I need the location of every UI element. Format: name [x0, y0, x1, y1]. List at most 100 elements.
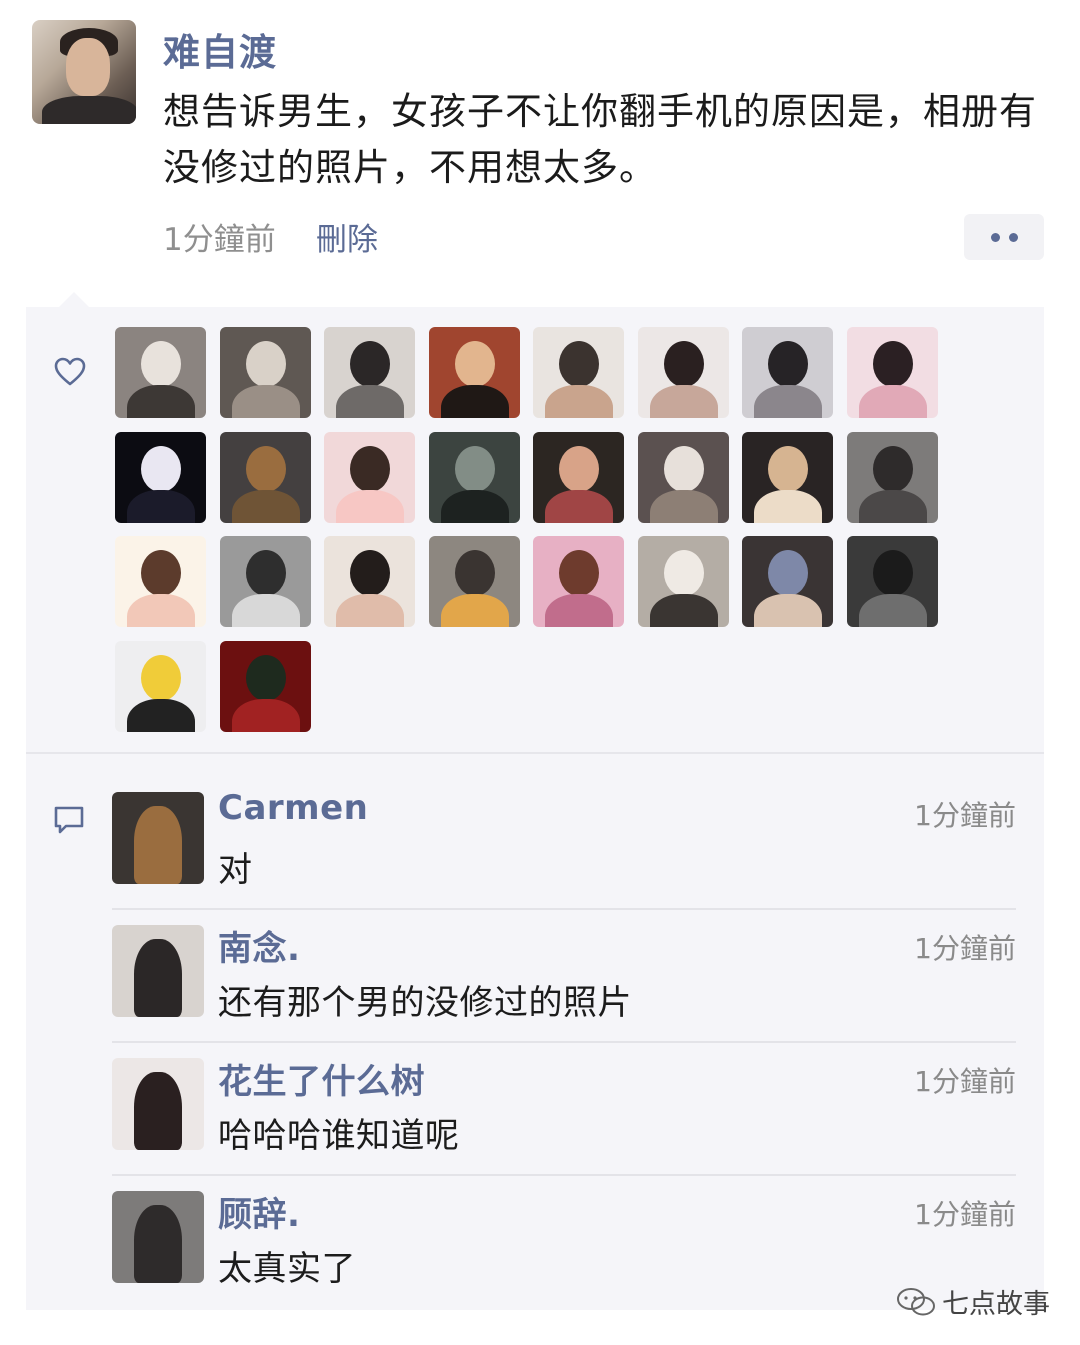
more-dots-icon	[1008, 232, 1018, 242]
liker-avatar[interactable]	[846, 431, 938, 523]
avatar-figure	[440, 385, 509, 418]
liker-avatar[interactable]	[219, 327, 311, 418]
commenter-name[interactable]: 南念.	[218, 921, 300, 970]
more-button[interactable]	[964, 214, 1044, 260]
avatar-figure	[134, 806, 182, 884]
comment-text: 对	[218, 850, 253, 890]
avatar-figure	[872, 550, 913, 596]
heart-icon	[54, 357, 86, 386]
avatar-figure	[127, 385, 195, 418]
avatar-figure	[141, 445, 181, 492]
commenter-name[interactable]: 顾辞.	[218, 1187, 300, 1236]
avatar-figure	[872, 445, 913, 492]
liker-avatar[interactable]	[637, 536, 729, 627]
comment-bubble-icon	[54, 806, 84, 834]
avatar-figure	[663, 550, 704, 596]
avatar-figure	[858, 489, 927, 523]
comment-row[interactable]: 顾辞. 1分鐘前 太真实了	[112, 1191, 1016, 1311]
liker-avatar[interactable]	[637, 327, 729, 418]
delete-button[interactable]: 刪除	[316, 214, 378, 259]
commenter-name[interactable]: Carmen	[218, 788, 368, 828]
liker-avatar[interactable]	[742, 536, 833, 627]
liker-avatar[interactable]	[846, 536, 938, 627]
comment-divider	[112, 1174, 1016, 1176]
avatar-figure	[336, 489, 404, 523]
comment-row[interactable]: 南念. 1分鐘前 还有那个男的没修过的照片	[112, 925, 1016, 1045]
avatar-figure	[649, 594, 718, 627]
avatar-figure	[754, 594, 822, 627]
liker-avatar[interactable]	[742, 327, 833, 418]
liker-avatar[interactable]	[115, 327, 206, 418]
avatar-figure	[754, 385, 822, 418]
comment-timestamp: 1分鐘前	[914, 1198, 1016, 1231]
liker-avatar[interactable]	[115, 640, 206, 732]
comment-divider	[112, 908, 1016, 910]
avatar-figure	[454, 550, 495, 596]
comment-row[interactable]: Carmen 1分鐘前对	[112, 788, 1016, 912]
avatar-figure	[245, 654, 286, 701]
liker-avatar[interactable]	[324, 536, 415, 627]
liker-avatar[interactable]	[219, 640, 311, 732]
avatar-figure	[649, 489, 718, 523]
commenter-avatar[interactable]	[112, 1191, 204, 1283]
wechat-logo-icon	[897, 1287, 935, 1315]
avatar-body	[42, 96, 136, 124]
liker-avatar[interactable]	[846, 327, 938, 418]
liker-avatar[interactable]	[219, 536, 311, 627]
avatar-figure	[127, 594, 195, 627]
avatar-figure	[754, 489, 822, 523]
avatar-figure	[245, 550, 286, 596]
post-timestamp: 1分鐘前	[163, 222, 276, 258]
liker-avatar[interactable]	[115, 431, 206, 523]
avatar-figure	[649, 385, 718, 418]
commenter-avatar[interactable]	[112, 925, 204, 1017]
watermark: 七点故事	[896, 1282, 1050, 1321]
avatar-figure	[127, 489, 195, 523]
comment-timestamp: 1分鐘前	[914, 799, 1016, 832]
avatar-figure	[141, 341, 181, 387]
avatar-figure	[134, 1072, 182, 1150]
liker-avatar[interactable]	[428, 536, 520, 627]
likes-comments-divider	[26, 752, 1044, 754]
liker-avatar[interactable]	[742, 431, 833, 523]
watermark-text: 七点故事	[942, 1289, 1050, 1320]
comment-divider	[112, 1041, 1016, 1043]
liker-avatar[interactable]	[428, 327, 520, 418]
panel-caret	[58, 292, 90, 308]
avatar-figure	[231, 594, 300, 627]
avatar-figure	[440, 594, 509, 627]
avatar-figure	[768, 445, 808, 492]
avatar-figure	[336, 385, 404, 418]
avatar-figure	[350, 341, 390, 387]
liker-avatar[interactable]	[533, 431, 624, 523]
liker-avatar[interactable]	[637, 431, 729, 523]
avatar-figure	[134, 939, 182, 1017]
avatar-figure	[559, 341, 599, 387]
poster-name[interactable]: 难自渡	[163, 22, 277, 76]
avatar-figure	[559, 445, 599, 492]
avatar-figure	[245, 445, 286, 492]
liker-avatar[interactable]	[533, 327, 624, 418]
avatar-face	[66, 38, 110, 96]
liker-avatar[interactable]	[324, 327, 415, 418]
liker-avatar[interactable]	[428, 431, 520, 523]
avatar-figure	[858, 594, 927, 627]
avatar-figure	[545, 489, 613, 523]
avatar-figure	[134, 1205, 182, 1283]
liker-avatar[interactable]	[219, 431, 311, 523]
liker-avatar[interactable]	[115, 536, 206, 627]
commenter-avatar[interactable]	[112, 792, 204, 884]
liker-avatar[interactable]	[324, 431, 415, 523]
likes-avatar-grid	[115, 327, 945, 732]
avatar-figure	[663, 341, 704, 387]
avatar-figure	[141, 654, 181, 701]
poster-avatar[interactable]	[32, 20, 136, 124]
comment-row[interactable]: 花生了什么树 1分鐘前 哈哈哈谁知道呢	[112, 1058, 1016, 1178]
commenter-name[interactable]: 花生了什么树	[218, 1054, 425, 1103]
avatar-figure	[858, 385, 927, 418]
avatar-figure	[231, 698, 300, 732]
avatar-figure	[454, 341, 495, 387]
commenter-avatar[interactable]	[112, 1058, 204, 1150]
liker-avatar[interactable]	[533, 536, 624, 627]
avatar-figure	[141, 550, 181, 596]
